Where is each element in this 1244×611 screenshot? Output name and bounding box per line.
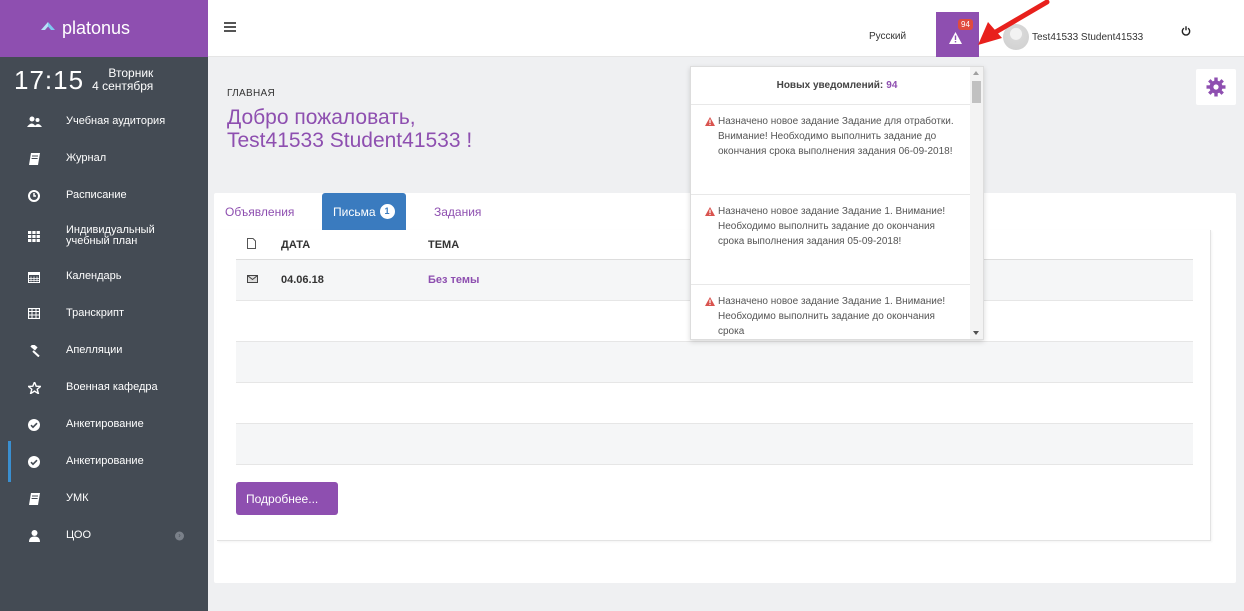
sidebar-item-survey[interactable]: Анкетирование <box>0 406 208 443</box>
avatar[interactable] <box>1003 24 1029 50</box>
sidebar-item-study-plan[interactable]: Индивидуальный учебный план <box>0 214 208 258</box>
tab-label: Задания <box>434 204 482 219</box>
sidebar-item-appeals[interactable]: Апелляции <box>0 332 208 369</box>
language-selector[interactable]: Русский <box>869 31 906 42</box>
warning-icon <box>705 117 715 126</box>
table-icon <box>26 306 42 322</box>
clock-date: Вторник 4 сентября <box>92 67 153 93</box>
check-circle-icon <box>26 417 42 433</box>
sidebar-item-label: ЦОО <box>66 529 92 541</box>
notification-text: Назначено новое задание Задание 1. Внима… <box>718 296 946 337</box>
notifications-header-count: 94 <box>886 80 898 91</box>
sidebar-item-schedule[interactable]: Расписание <box>0 177 208 214</box>
sidebar-item-label: Транскрипт <box>66 307 124 319</box>
users-icon <box>26 114 42 130</box>
hamburger-menu-icon[interactable] <box>224 22 236 32</box>
sidebar-item-label: Анкетирование <box>66 418 144 430</box>
row-date: 04.06.18 <box>281 274 324 286</box>
grid-icon <box>26 228 42 244</box>
notifications-button[interactable]: 94 <box>936 12 979 57</box>
gear-icon <box>1206 77 1226 97</box>
notification-item[interactable]: Назначено новое задание Задание для отра… <box>691 105 983 195</box>
clock-widget: 17:15 Вторник 4 сентября <box>0 57 208 103</box>
platonus-logo-icon <box>41 21 55 30</box>
welcome-line-1: Добро пожаловать, <box>227 106 416 129</box>
top-header: Русский 94 Test41533 Student41533 <box>208 0 1244 57</box>
breadcrumb[interactable]: ГЛАВНАЯ <box>227 88 275 99</box>
warning-icon <box>705 207 715 216</box>
sidebar-item-label: УМК <box>66 492 89 504</box>
more-button[interactable]: Подробнее... <box>236 482 338 515</box>
table-row-empty <box>236 424 1193 465</box>
sidebar-item-label: Индивидуальный учебный план <box>66 224 155 247</box>
welcome-line-2: Test41533 Student41533 ! <box>227 129 473 152</box>
tab-label: Письма <box>333 204 376 219</box>
sidebar-item-label: Учебная аудитория <box>66 115 166 127</box>
sidebar-item-calendar[interactable]: Календарь <box>0 258 208 295</box>
notifications-header-label: Новых уведомлений: <box>776 80 884 91</box>
book-icon <box>26 491 42 507</box>
tab-announcements[interactable]: Объявления <box>214 193 305 230</box>
user-icon <box>26 528 42 544</box>
sidebar-item-journal[interactable]: Журнал <box>0 140 208 177</box>
notification-text: Назначено новое задание Задание для отра… <box>718 116 954 157</box>
power-icon[interactable] <box>1181 26 1191 36</box>
notification-item[interactable]: Назначено новое задание Задание 1. Внима… <box>691 195 983 285</box>
sidebar: platonus 17:15 Вторник 4 сентября Учебна… <box>0 0 208 611</box>
file-icon <box>236 237 281 252</box>
notification-item[interactable]: Назначено новое задание Задание 1. Внима… <box>691 285 983 339</box>
letters-count-badge: 1 <box>379 204 395 219</box>
sidebar-nav: Учебная аудитория Журнал Расписание Инди… <box>0 103 208 554</box>
sidebar-item-umk[interactable]: УМК <box>0 480 208 517</box>
book-icon <box>26 151 42 167</box>
chevron-right-icon: › <box>175 531 184 540</box>
sidebar-item-transcript[interactable]: Транскрипт <box>0 295 208 332</box>
sidebar-item-label: Календарь <box>66 270 122 282</box>
gavel-icon <box>26 343 42 359</box>
sidebar-item-classroom[interactable]: Учебная аудитория <box>0 103 208 140</box>
notifications-dropdown: Новых уведомлений: 94 Назначено новое за… <box>690 66 984 340</box>
warning-icon <box>949 32 962 44</box>
star-icon <box>26 380 42 396</box>
notifications-scrollbar[interactable] <box>970 67 983 339</box>
sidebar-item-coo[interactable]: ЦОО › <box>0 517 208 554</box>
user-name[interactable]: Test41533 Student41533 <box>1032 32 1143 43</box>
envelope-icon <box>236 274 281 286</box>
sidebar-item-label: Апелляции <box>66 344 123 356</box>
notification-text: Назначено новое задание Задание 1. Внима… <box>718 206 946 247</box>
tab-letters[interactable]: Письма 1 <box>322 193 406 230</box>
page-title: Добро пожаловать, Test41533 Student41533… <box>227 106 472 152</box>
column-header-date[interactable]: ДАТА <box>281 239 428 251</box>
app-root: platonus 17:15 Вторник 4 сентября Учебна… <box>0 0 1244 611</box>
scroll-up-arrow-icon[interactable] <box>973 71 979 75</box>
clock-icon <box>26 188 42 204</box>
sidebar-item-label: Журнал <box>66 152 107 164</box>
brand-name: platonus <box>62 18 131 38</box>
warning-icon <box>705 297 715 306</box>
table-row-empty <box>236 342 1193 383</box>
sidebar-item-military[interactable]: Военная кафедра <box>0 369 208 406</box>
scroll-thumb[interactable] <box>972 81 981 103</box>
sidebar-item-label: Расписание <box>66 189 127 201</box>
tab-label: Объявления <box>225 204 295 219</box>
table-row-empty <box>236 383 1193 424</box>
notifications-count-badge: 94 <box>958 19 973 30</box>
clock-time: 17:15 <box>14 64 85 95</box>
clock-day: 4 сентября <box>92 79 154 93</box>
notifications-header: Новых уведомлений: 94 <box>691 67 983 105</box>
calendar-icon <box>26 269 42 285</box>
scroll-down-arrow-icon[interactable] <box>973 331 979 335</box>
sidebar-item-label: Военная кафедра <box>66 381 158 393</box>
settings-button[interactable] <box>1196 69 1236 105</box>
tab-tasks[interactable]: Задания <box>423 193 492 230</box>
sidebar-item-label: Анкетирование <box>66 455 144 467</box>
logo[interactable]: platonus <box>0 0 208 57</box>
sidebar-item-survey-2[interactable]: Анкетирование <box>0 441 208 482</box>
check-circle-icon <box>26 454 42 470</box>
